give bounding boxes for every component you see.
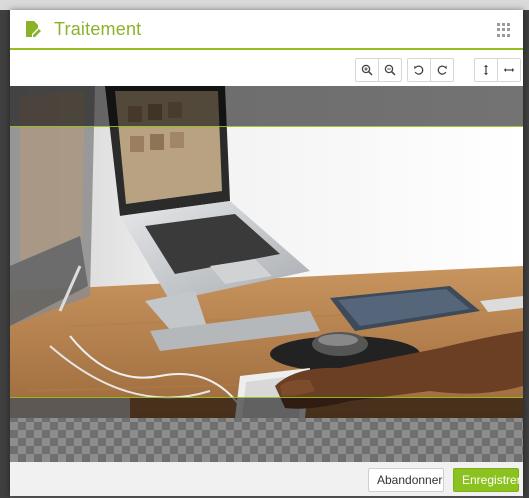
zoom-out-icon: [384, 64, 396, 76]
crop-mask-bottom: [10, 398, 523, 418]
flip-horizontal-button[interactable]: [497, 58, 521, 82]
modal-header: Traitement: [10, 10, 523, 50]
image-edit-modal: Traitement Abandonner Enregistrer: [10, 10, 523, 496]
zoom-button-group: [355, 58, 402, 82]
rotate-left-button[interactable]: [407, 58, 431, 82]
rotate-button-group: [407, 58, 454, 82]
cancel-button[interactable]: Abandonner: [368, 468, 444, 492]
rotate-right-button[interactable]: [430, 58, 454, 82]
save-button[interactable]: Enregistrer: [453, 468, 521, 492]
crop-mask-top: [10, 86, 523, 126]
rotate-right-icon: [437, 65, 447, 75]
modal-footer: Abandonner Enregistrer: [10, 462, 523, 496]
background-top-strip: [0, 0, 529, 10]
zoom-out-button[interactable]: [378, 58, 402, 82]
image-toolbar: [10, 52, 523, 86]
rotate-left-icon: [414, 65, 424, 75]
flip-button-group: [474, 58, 521, 82]
flip-vertical-icon: [484, 64, 488, 76]
crop-workspace[interactable]: [10, 86, 523, 462]
document-edit-icon: [24, 20, 42, 38]
flip-horizontal-icon: [503, 68, 515, 72]
zoom-in-icon: [361, 64, 373, 76]
modal-title: Traitement: [54, 18, 142, 39]
crop-area[interactable]: [10, 126, 523, 398]
flip-vertical-button[interactable]: [474, 58, 498, 82]
zoom-in-button[interactable]: [355, 58, 379, 82]
background-left-edge: [0, 10, 10, 498]
grid-menu-icon[interactable]: [497, 23, 511, 37]
background-right-edge: [523, 10, 529, 498]
